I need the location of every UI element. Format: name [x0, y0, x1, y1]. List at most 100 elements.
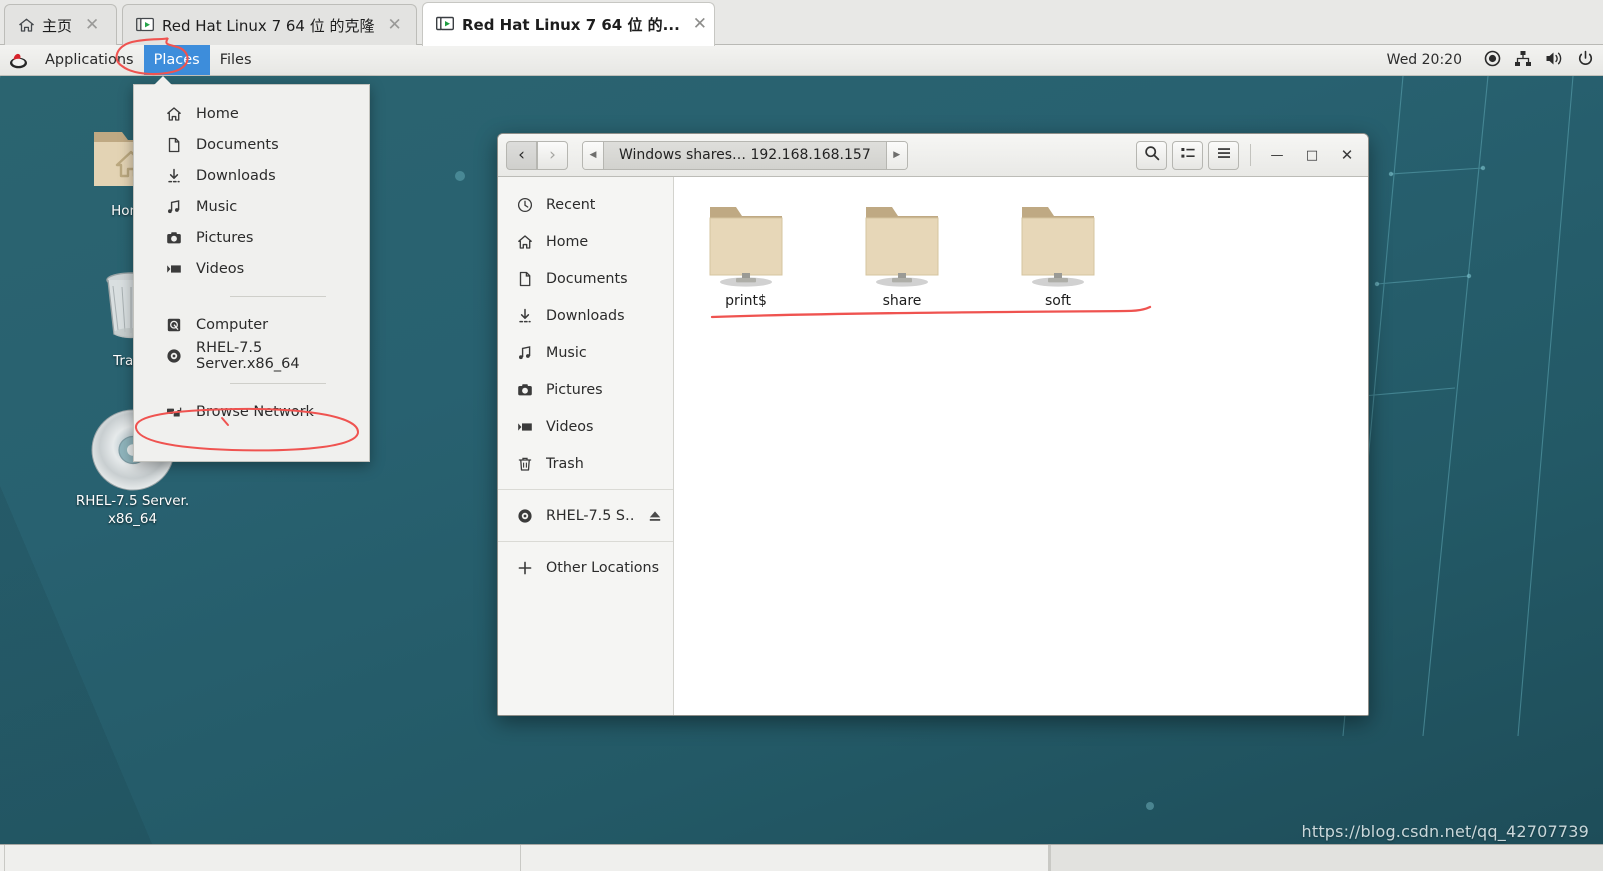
places-item-computer[interactable]: Computer [134, 309, 369, 340]
sidebar-item-rhel-disc[interactable]: RHEL-7.5 S… [498, 497, 673, 534]
vmware-tab-active[interactable]: Red Hat Linux 7 64 位 的... ✕ [422, 2, 715, 46]
clock-icon [516, 197, 533, 213]
top-bar-item-places[interactable]: Places [143, 45, 210, 75]
path-bar: ◀ Windows shares… 192.168.168.157 ▶ [582, 140, 908, 170]
top-bar-item-files[interactable]: Files [210, 45, 262, 75]
screen: 主页 ✕ Red Hat Linux 7 64 位 的克隆 ✕ Red Hat … [0, 0, 1603, 871]
download-icon [516, 308, 533, 324]
document-icon [165, 137, 182, 153]
vmware-status-bar [0, 844, 1603, 871]
places-item-music[interactable]: Music [134, 191, 369, 222]
files-icon-grid: print$ share soft [696, 199, 1368, 309]
places-menu: Home Documents Downloads Music Pictures [133, 76, 370, 462]
eject-icon[interactable] [647, 508, 663, 524]
camera-icon [516, 382, 533, 398]
sidebar-item-recent[interactable]: Recent [498, 186, 673, 223]
menu-separator [230, 383, 326, 384]
files-window-header: ‹ › ◀ Windows shares… 192.168.168.157 ▶ [498, 134, 1368, 177]
places-item-downloads[interactable]: Downloads [134, 160, 369, 191]
path-next-arrow-icon[interactable]: ▶ [886, 141, 907, 169]
vmware-tab-strip: 主页 ✕ Red Hat Linux 7 64 位 的克隆 ✕ Red Hat … [0, 0, 1603, 46]
trash-icon [516, 456, 533, 472]
places-item-rhel-disc[interactable]: RHEL-7.5 Server.x86_64 [134, 339, 369, 372]
vmware-tab-label: Red Hat Linux 7 64 位 的... [462, 16, 680, 34]
sidebar-item-label: Music [546, 344, 587, 361]
close-icon[interactable]: ✕ [693, 16, 707, 33]
video-icon [165, 261, 182, 277]
wallpaper-decoration [1146, 802, 1154, 810]
top-bar-item-applications[interactable]: Applications [35, 45, 144, 75]
status-cell [521, 845, 1049, 871]
file-item[interactable]: share [852, 199, 952, 309]
sidebar-item-label: Downloads [546, 307, 625, 324]
file-item[interactable]: print$ [696, 199, 796, 309]
minimize-button[interactable]: — [1262, 141, 1292, 169]
view-list-button[interactable] [1172, 140, 1203, 170]
back-button[interactable]: ‹ [506, 140, 537, 170]
places-item-label: Documents [196, 136, 279, 153]
places-item-label: Browse Network [196, 403, 314, 420]
file-item[interactable]: soft [1008, 199, 1108, 309]
places-item-label: RHEL-7.5 Server.x86_64 [196, 339, 300, 372]
forward-button[interactable]: › [537, 140, 568, 170]
sidebar-item-other-locations[interactable]: Other Locations [498, 549, 673, 586]
menu-button[interactable] [1208, 140, 1239, 170]
header-divider [1250, 144, 1251, 166]
close-icon[interactable]: ✕ [388, 17, 402, 34]
status-cell-right [1050, 845, 1603, 871]
sidebar-item-music[interactable]: Music [498, 334, 673, 371]
places-item-documents[interactable]: Documents [134, 129, 369, 160]
top-bar-status-area: Wed 20:20 [1387, 50, 1603, 71]
places-item-pictures[interactable]: Pictures [134, 222, 369, 253]
sidebar-separator [498, 489, 673, 490]
volume-icon[interactable] [1545, 50, 1564, 71]
vmware-tab-home[interactable]: 主页 ✕ [4, 4, 117, 46]
gnome-top-bar: Applications Places Files Wed 20:20 [0, 45, 1603, 76]
sidebar-item-label: Pictures [546, 381, 603, 398]
path-crumb-current[interactable]: Windows shares… 192.168.168.157 [603, 141, 887, 169]
home-icon [516, 234, 533, 250]
top-bar-item-label: Places [153, 52, 200, 68]
sidebar-item-pictures[interactable]: Pictures [498, 371, 673, 408]
sidebar-item-label: Documents [546, 270, 628, 287]
network-browse-icon [165, 404, 182, 420]
top-bar-menus: Applications Places Files [0, 45, 262, 75]
sidebar-item-label: RHEL-7.5 S… [546, 507, 634, 524]
maximize-button[interactable]: □ [1297, 141, 1327, 169]
sidebar-item-downloads[interactable]: Downloads [498, 297, 673, 334]
close-icon[interactable]: ✕ [85, 17, 99, 34]
sidebar-item-home[interactable]: Home [498, 223, 673, 260]
places-item-videos[interactable]: Videos [134, 253, 369, 284]
navigation-buttons: ‹ › [506, 140, 568, 170]
places-item-label: Pictures [196, 229, 254, 246]
places-item-browse-network[interactable]: Browse Network [134, 396, 369, 427]
status-cell [5, 845, 521, 871]
places-item-home[interactable]: Home [134, 98, 369, 129]
clock[interactable]: Wed 20:20 [1387, 52, 1462, 68]
menu-separator [230, 296, 326, 297]
places-item-label: Videos [196, 260, 245, 277]
vmware-tab-label: 主页 [42, 17, 73, 35]
camera-icon [165, 230, 182, 246]
close-button[interactable]: ✕ [1332, 141, 1362, 169]
network-icon[interactable] [1514, 50, 1532, 71]
search-icon [1144, 145, 1160, 165]
download-icon [165, 168, 182, 184]
list-view-icon [1180, 145, 1196, 165]
files-content-area[interactable]: print$ share soft [674, 177, 1368, 715]
sidebar-item-videos[interactable]: Videos [498, 408, 673, 445]
sidebar-item-documents[interactable]: Documents [498, 260, 673, 297]
vmware-tab-clone[interactable]: Red Hat Linux 7 64 位 的克隆 ✕ [122, 4, 417, 46]
path-prev-arrow-icon[interactable]: ◀ [583, 141, 603, 169]
power-icon[interactable] [1577, 50, 1594, 71]
header-tools: — □ ✕ [1136, 140, 1362, 170]
vm-icon [436, 16, 455, 33]
music-icon [165, 199, 182, 215]
sidebar-item-label: Videos [546, 418, 594, 435]
places-item-label: Home [196, 105, 239, 122]
top-bar-item-label: Applications [45, 52, 134, 68]
record-indicator-icon[interactable] [1484, 50, 1501, 71]
places-item-label: Computer [196, 316, 269, 333]
search-button[interactable] [1136, 140, 1167, 170]
sidebar-item-trash[interactable]: Trash [498, 445, 673, 482]
